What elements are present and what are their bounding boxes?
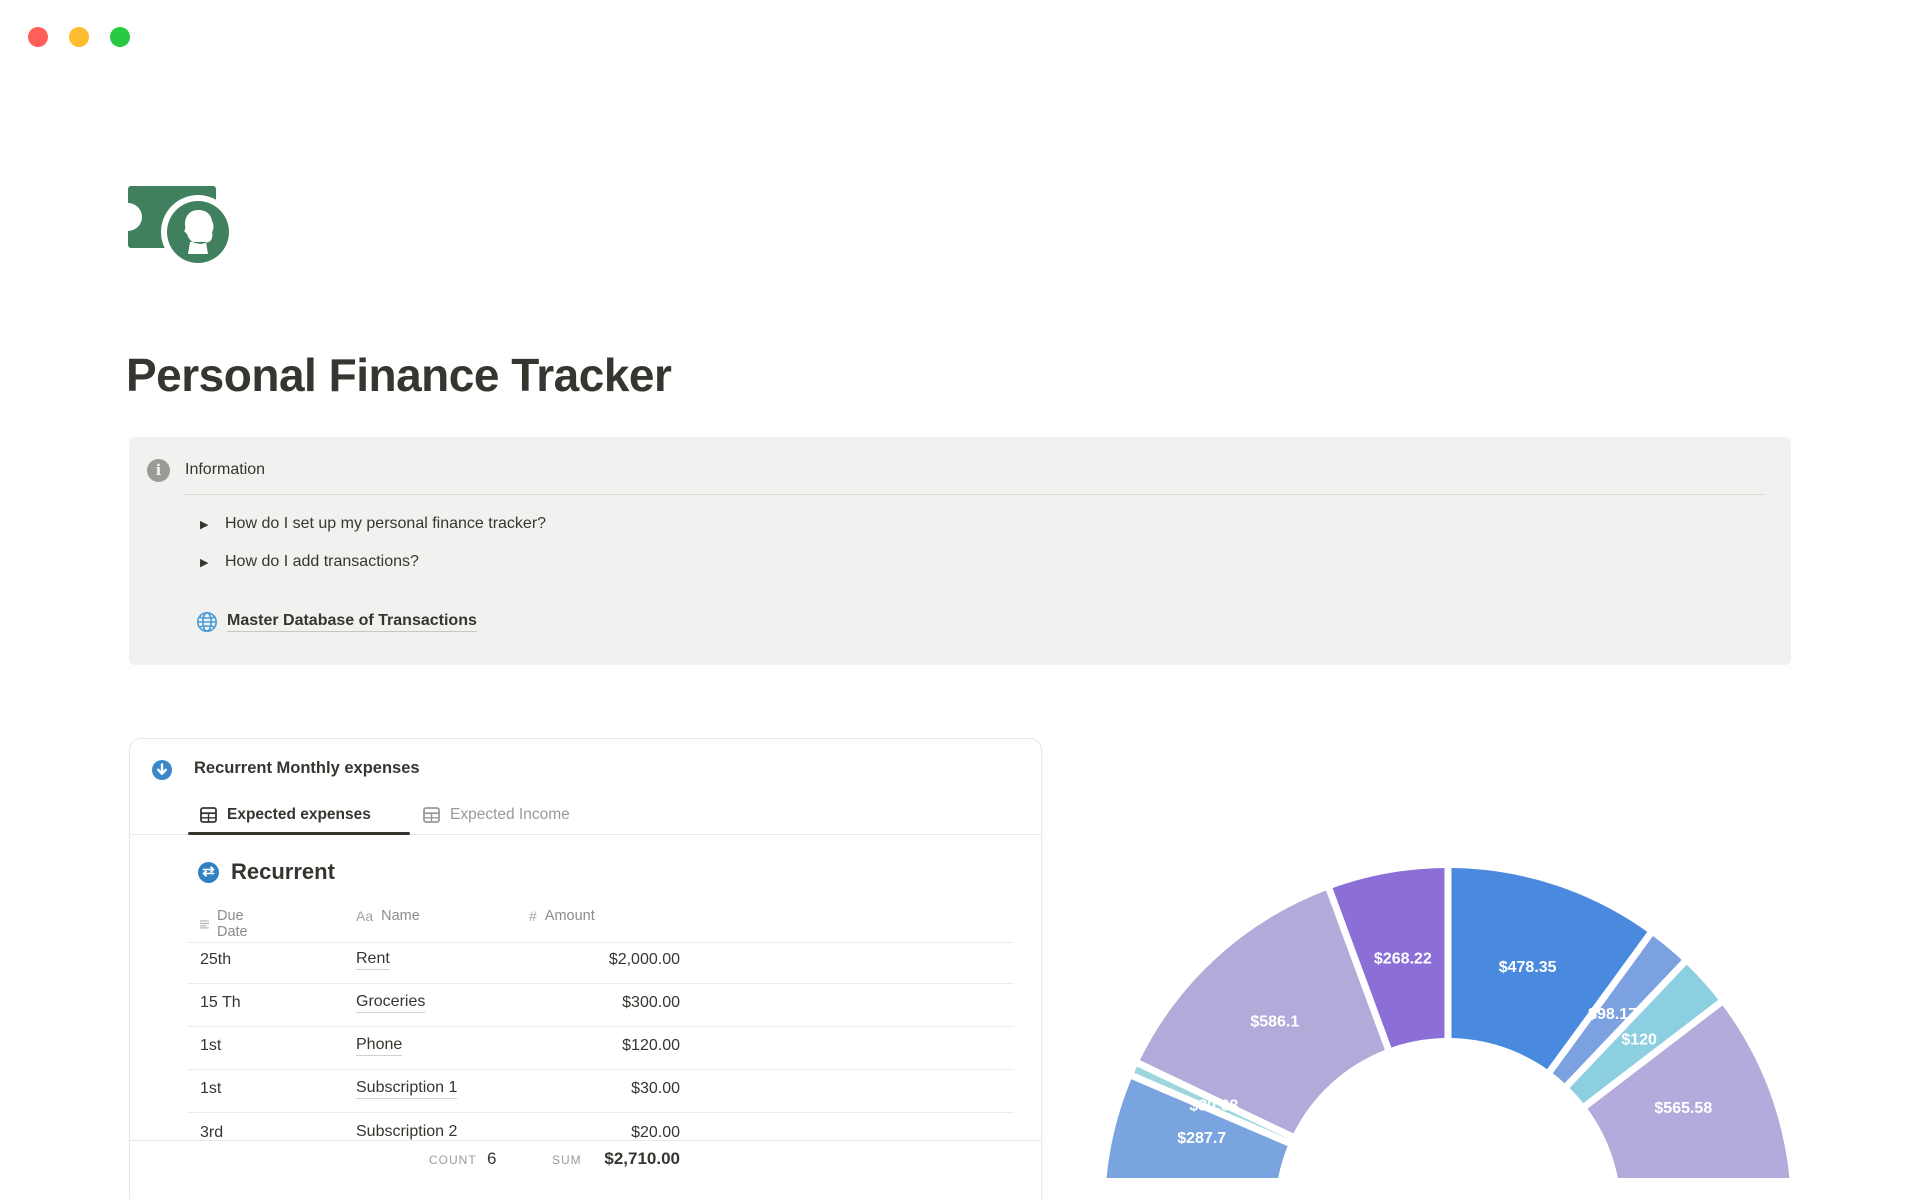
cell-amount[interactable]: $2,000.00 [520, 951, 680, 969]
cell-due-date[interactable]: 1st [200, 1080, 221, 1098]
tab-expected-income[interactable]: Expected Income [423, 803, 570, 827]
table-icon [423, 807, 440, 823]
globe-icon [197, 612, 217, 632]
circle-down-arrow-icon [152, 760, 172, 780]
column-header-amount[interactable]: # Amount [529, 908, 595, 924]
text-lines-icon [200, 920, 209, 929]
minimize-button[interactable] [69, 27, 89, 47]
page: Personal Finance Tracker i Information ▶… [0, 0, 1920, 1200]
column-label[interactable]: Amount [545, 908, 595, 924]
callout-title: Information [185, 461, 266, 478]
table-divider [188, 983, 1014, 984]
donut-segment-label: $478.35 [1499, 959, 1557, 976]
count-label[interactable]: COUNT [429, 1153, 477, 1167]
toggle-setup-question[interactable]: ▶ How do I set up my personal finance tr… [200, 512, 546, 536]
info-icon: i [147, 459, 170, 482]
cell-due-date[interactable]: 15 Th [200, 994, 241, 1012]
column-header-due-date[interactable]: Due Date [200, 908, 254, 940]
cell-amount[interactable]: $30.00 [520, 1080, 680, 1098]
card-title[interactable]: Recurrent Monthly expenses [194, 759, 420, 778]
cell-amount[interactable]: $120.00 [520, 1037, 680, 1055]
donut-segment-label: $565.58 [1654, 1100, 1712, 1117]
close-button[interactable] [28, 27, 48, 47]
tab-label[interactable]: Expected Income [450, 806, 570, 824]
donut-segment-label: $98.17 [1588, 1006, 1637, 1023]
toggle-label[interactable]: How do I add transactions? [225, 553, 419, 571]
column-label[interactable]: Name [381, 908, 420, 924]
number-icon: # [529, 908, 537, 924]
count-value[interactable]: 6 [487, 1149, 496, 1169]
letters-icon: Aa [356, 908, 374, 924]
table-divider [188, 1069, 1014, 1070]
master-database-link[interactable]: Master Database of Transactions [196, 609, 477, 635]
toggle-arrow-icon[interactable]: ▶ [200, 518, 225, 531]
sum-value[interactable]: $2,710.00 [520, 1149, 680, 1169]
table-calculation-footer: COUNT 6 SUM $2,710.00 [130, 1140, 1041, 1200]
cell-name-link[interactable]: Rent [356, 950, 390, 970]
column-label[interactable]: Due Date [217, 908, 254, 940]
donut-segment-label: $120 [1621, 1032, 1657, 1049]
database-heading: ⇄ Recurrent [198, 858, 335, 886]
cell-name-link[interactable]: Groceries [356, 993, 426, 1013]
cell-due-date[interactable]: 25th [200, 951, 231, 969]
tab-expected-expenses[interactable]: Expected expenses [200, 803, 371, 827]
active-tab-underline [188, 832, 410, 835]
information-callout: i Information ▶ How do I set up my perso… [129, 437, 1791, 665]
toggle-label[interactable]: How do I set up my personal finance trac… [225, 515, 546, 533]
toggle-add-transactions-question[interactable]: ▶ How do I add transactions? [200, 550, 419, 574]
cell-due-date[interactable]: 1st [200, 1037, 221, 1055]
cell-name-link[interactable]: Phone [356, 1036, 403, 1056]
page-title[interactable]: Personal Finance Tracker [126, 348, 672, 402]
tab-label[interactable]: Expected expenses [227, 806, 371, 824]
toggle-arrow-icon[interactable]: ▶ [200, 556, 225, 569]
expenses-donut-chart[interactable]: $478.35 $98.17 $120 $565.58 $268.22 $586.1 $30… [1040, 860, 1800, 1178]
cell-name-link[interactable]: Subscription 1 [356, 1079, 458, 1099]
column-header-name[interactable]: Aa Name [356, 908, 420, 924]
donut-segment-label: $30.68 [1189, 1098, 1238, 1115]
table-icon [200, 807, 217, 823]
callout-divider [184, 494, 1766, 495]
cell-amount[interactable]: $300.00 [520, 994, 680, 1012]
donut-segment-label: $586.1 [1250, 1014, 1299, 1031]
donut-segment-label: $287.7 [1177, 1130, 1226, 1147]
database-title[interactable]: Recurrent [231, 859, 335, 885]
recurring-arrows-icon: ⇄ [198, 861, 219, 883]
table-divider [188, 942, 1014, 943]
table-divider [188, 1026, 1014, 1027]
zoom-button[interactable] [110, 27, 130, 47]
banknote-icon[interactable] [126, 184, 230, 266]
donut-segment-label: $268.22 [1374, 951, 1432, 968]
table-divider [188, 1112, 1014, 1113]
master-database-link-label[interactable]: Master Database of Transactions [227, 612, 477, 632]
